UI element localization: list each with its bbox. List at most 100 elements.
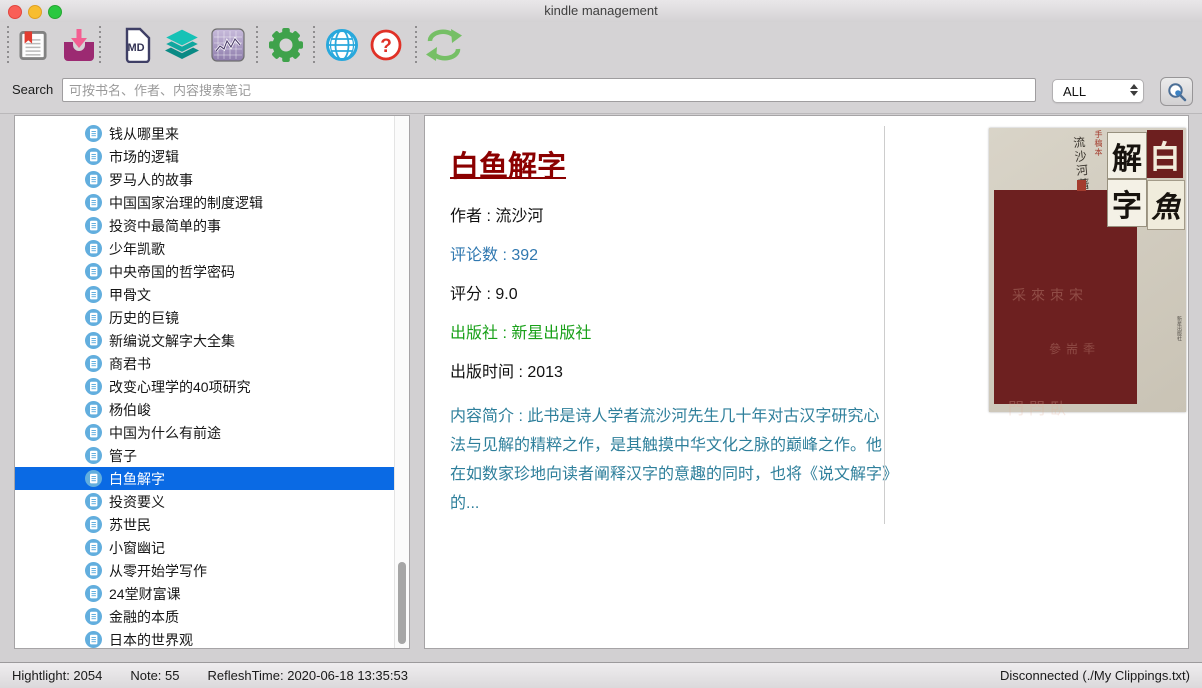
toolbar-separator [7,26,9,64]
cover-title-char: 白 [1147,130,1183,178]
book-note-icon [85,378,102,395]
title-bar: kindle management [0,0,1202,23]
cover-edition-label: 手稿本 [1093,130,1104,157]
cover-title-char: 魚 [1147,180,1185,230]
book-list-item[interactable]: 苏世民 [15,513,410,536]
convert-button[interactable] [425,26,463,64]
book-title-label: 新编说文解字大全集 [109,331,235,351]
svg-text:?: ? [380,36,392,57]
book-list-item[interactable]: 从零开始学写作 [15,559,410,582]
book-note-icon [85,217,102,234]
field-separator: : [498,325,511,342]
book-note-icon [85,516,102,533]
field-label: 评分 [450,286,482,303]
book-detail-title-link[interactable]: 白鱼解字 [450,149,566,185]
book-list-item[interactable]: 少年凯歌 [15,237,410,260]
book-list-item[interactable]: 改变心理学的40项研究 [15,375,410,398]
book-note-icon [85,125,102,142]
search-button[interactable] [1160,77,1193,106]
toolbar-separator [313,26,315,64]
book-list-item[interactable]: 中国国家治理的制度逻辑 [15,191,410,214]
batch-export-button[interactable] [164,26,200,64]
book-list-panel: 钱从哪里来 市场的逻辑 [14,115,410,649]
book-list-item[interactable]: 甲骨文 [15,283,410,306]
book-note-icon [85,332,102,349]
book-title-label: 24堂财富课 [109,584,181,604]
book-list-item[interactable]: 投资中最简单的事 [15,214,410,237]
book-note-icon [85,240,102,257]
book-note-icon [85,539,102,556]
book-list-item[interactable]: 市场的逻辑 [15,145,410,168]
settings-button[interactable] [268,26,304,64]
toolbar-separator [256,26,258,64]
cover-texture: 門閂臥 [1008,395,1071,419]
book-title-label: 中国国家治理的制度逻辑 [109,193,263,213]
book-list-item[interactable]: 中央帝国的哲学密码 [15,260,410,283]
status-note-count: Note: 55 [130,668,179,683]
search-row: Search ALL [0,68,1202,113]
book-detail-panel: 白鱼解字 作者 : 流沙河 评论数 : 392 评分 : 9.0 出版社 : 新… [424,115,1189,649]
cover-title-char: 解 [1107,132,1147,179]
import-clippings-button[interactable] [62,26,96,64]
filter-dropdown-value: ALL [1063,84,1086,99]
detail-divider [884,126,885,524]
book-note-icon [85,355,102,372]
field-separator: : [482,286,495,303]
book-title-label: 管子 [109,446,137,466]
statistics-button[interactable] [211,26,245,64]
book-list-item[interactable]: 商君书 [15,352,410,375]
book-note-icon [85,401,102,418]
book-field: 评论数 : 392 [450,246,890,266]
book-list-item[interactable]: 杨伯峻 [15,398,410,421]
book-field: 内容简介 : 此书是诗人学者流沙河先生几十年对古汉字研究心法与见解的精粹之作，是… [450,402,890,518]
filter-dropdown[interactable]: ALL [1052,79,1144,103]
book-list-item[interactable]: 24堂财富课 [15,582,410,605]
cover-texture: 參耑秊 [1049,340,1100,357]
question-icon: ? [369,28,403,62]
book-note-icon [85,263,102,280]
book-list-item[interactable]: 历史的巨镜 [15,306,410,329]
cover-publisher-text: 新星出版社 [1176,316,1183,341]
field-value: 2013 [527,364,563,381]
book-list-item[interactable]: 日本的世界观 [15,628,410,649]
book-list-item[interactable]: 罗马人的故事 [15,168,410,191]
book-list-item[interactable]: 小窗幽记 [15,536,410,559]
book-title-label: 罗马人的故事 [109,170,193,190]
book-list-item[interactable]: 中国为什么有前途 [15,421,410,444]
book-field: 作者 : 流沙河 [450,207,890,227]
book-field: 出版时间 : 2013 [450,363,890,383]
markdown-export-button[interactable]: MD [122,26,152,64]
field-value: 9.0 [495,286,517,303]
book-field: 评分 : 9.0 [450,285,890,305]
book-title-label: 市场的逻辑 [109,147,179,167]
book-detail: 白鱼解字 作者 : 流沙河 评论数 : 392 评分 : 9.0 出版社 : 新… [450,149,890,518]
md-file-icon: MD [122,27,152,63]
sidebar-scrollbar-thumb[interactable] [398,562,406,644]
book-title-label: 商君书 [109,354,151,374]
book-list-item[interactable]: 金融的本质 [15,605,410,628]
field-separator: : [514,408,527,425]
book-fields: 作者 : 流沙河 评论数 : 392 评分 : 9.0 出版社 : 新星出版社 … [450,207,890,518]
help-button[interactable]: ? [369,26,403,64]
sidebar-scrollbar[interactable] [394,116,409,648]
gear-icon [268,27,304,63]
book-title-label: 改变心理学的40项研究 [109,377,251,397]
book-list-item[interactable]: 新编说文解字大全集 [15,329,410,352]
toolbar-separator [99,26,101,64]
book-list-item[interactable]: 钱从哪里来 [15,122,410,145]
book-list-item[interactable]: 投资要义 [15,490,410,513]
search-input[interactable] [62,78,1036,102]
book-title-label: 从零开始学写作 [109,561,207,581]
book-title-label: 钱从哪里来 [109,124,179,144]
book-list: 钱从哪里来 市场的逻辑 [15,122,395,649]
sync-arrows-icon [425,28,463,62]
book-title-label: 甲骨文 [109,285,151,305]
book-list-item[interactable]: 管子 [15,444,410,467]
notes-document-button[interactable] [18,26,48,64]
cover-texture: 采來朿宋 [1012,285,1088,305]
web-lookup-button[interactable] [325,26,359,64]
book-list-item[interactable]: 白鱼解字 [15,467,410,490]
search-label: Search [12,82,53,97]
app-window: { "window": { "title": "kindle managemen… [0,0,1202,688]
cover-seal [1077,180,1086,191]
